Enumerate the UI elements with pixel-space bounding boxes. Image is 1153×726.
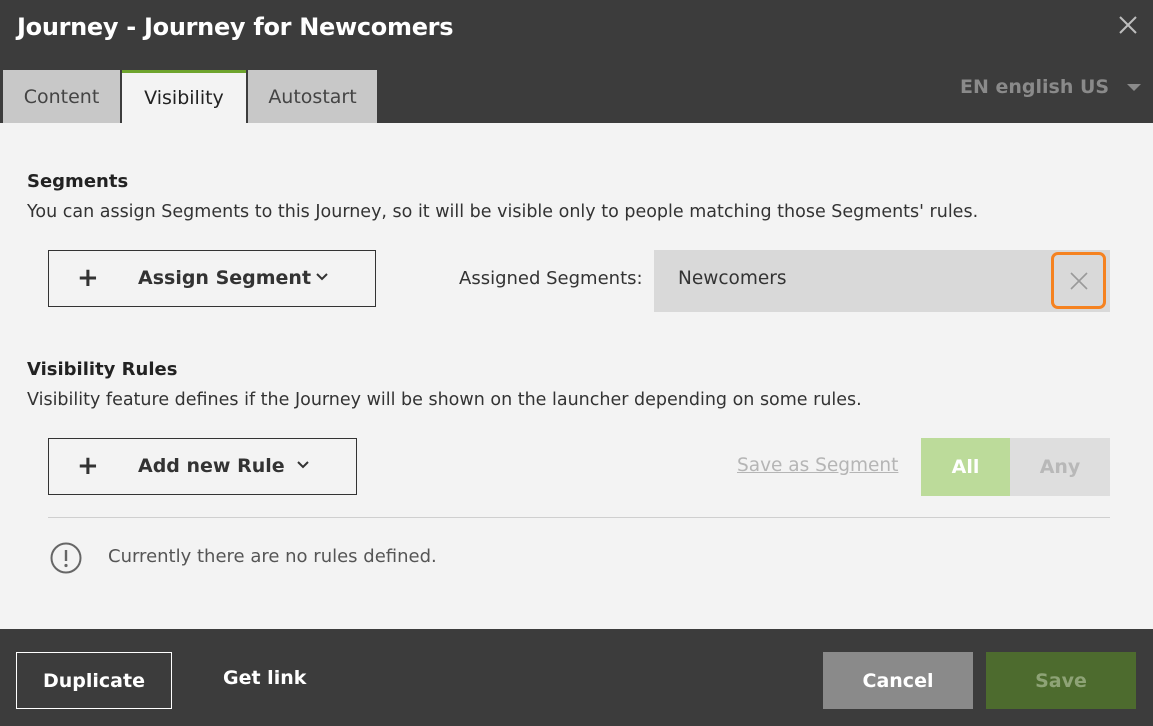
chevron-down-icon bbox=[316, 273, 328, 281]
language-label: EN english US bbox=[960, 76, 1110, 98]
save-button[interactable]: Save bbox=[986, 652, 1136, 709]
visibility-panel: Segments You can assign Segments to this… bbox=[0, 123, 1153, 629]
tab-autostart[interactable]: Autostart bbox=[248, 70, 377, 123]
remove-x-icon bbox=[1069, 271, 1088, 290]
empty-rules-message: Currently there are no rules defined. bbox=[108, 546, 437, 567]
dialog-header: Journey - Journey for Newcomers Content … bbox=[0, 0, 1153, 123]
match-any-toggle[interactable]: Any bbox=[1010, 438, 1110, 496]
cancel-button[interactable]: Cancel bbox=[823, 652, 973, 709]
segment-chip-label: Newcomers bbox=[678, 268, 787, 289]
segment-chip: Newcomers bbox=[654, 250, 1110, 312]
assigned-segments-label: Assigned Segments: bbox=[459, 268, 643, 289]
tab-content[interactable]: Content bbox=[3, 70, 120, 123]
get-link-button[interactable]: Get link bbox=[223, 667, 306, 689]
save-as-segment-link[interactable]: Save as Segment bbox=[737, 455, 898, 476]
close-icon[interactable] bbox=[1117, 14, 1139, 36]
add-rule-label: Add new Rule bbox=[138, 455, 285, 477]
plus-icon: + bbox=[77, 451, 99, 481]
visibility-rules-title: Visibility Rules bbox=[27, 359, 178, 380]
tab-visibility[interactable]: Visibility bbox=[122, 70, 246, 123]
plus-icon: + bbox=[77, 263, 99, 293]
divider bbox=[48, 517, 1110, 518]
assign-segment-button[interactable]: + Assign Segment bbox=[48, 250, 376, 307]
remove-segment-button[interactable] bbox=[1051, 252, 1106, 309]
dialog-title: Journey - Journey for Newcomers bbox=[17, 13, 454, 41]
segments-title: Segments bbox=[27, 171, 129, 192]
exclamation-circle-icon bbox=[50, 542, 82, 574]
language-selector[interactable]: EN english US bbox=[960, 76, 1142, 98]
segments-description: You can assign Segments to this Journey,… bbox=[27, 202, 979, 222]
chevron-down-icon bbox=[297, 461, 309, 469]
duplicate-button[interactable]: Duplicate bbox=[16, 652, 172, 709]
assign-segment-label: Assign Segment bbox=[138, 267, 312, 289]
caret-down-icon bbox=[1127, 83, 1142, 91]
match-all-toggle[interactable]: All bbox=[921, 438, 1010, 496]
add-rule-button[interactable]: + Add new Rule bbox=[48, 438, 357, 495]
visibility-rules-description: Visibility feature defines if the Journe… bbox=[27, 390, 862, 410]
dialog-footer: Duplicate Get link Cancel Save bbox=[0, 629, 1153, 726]
